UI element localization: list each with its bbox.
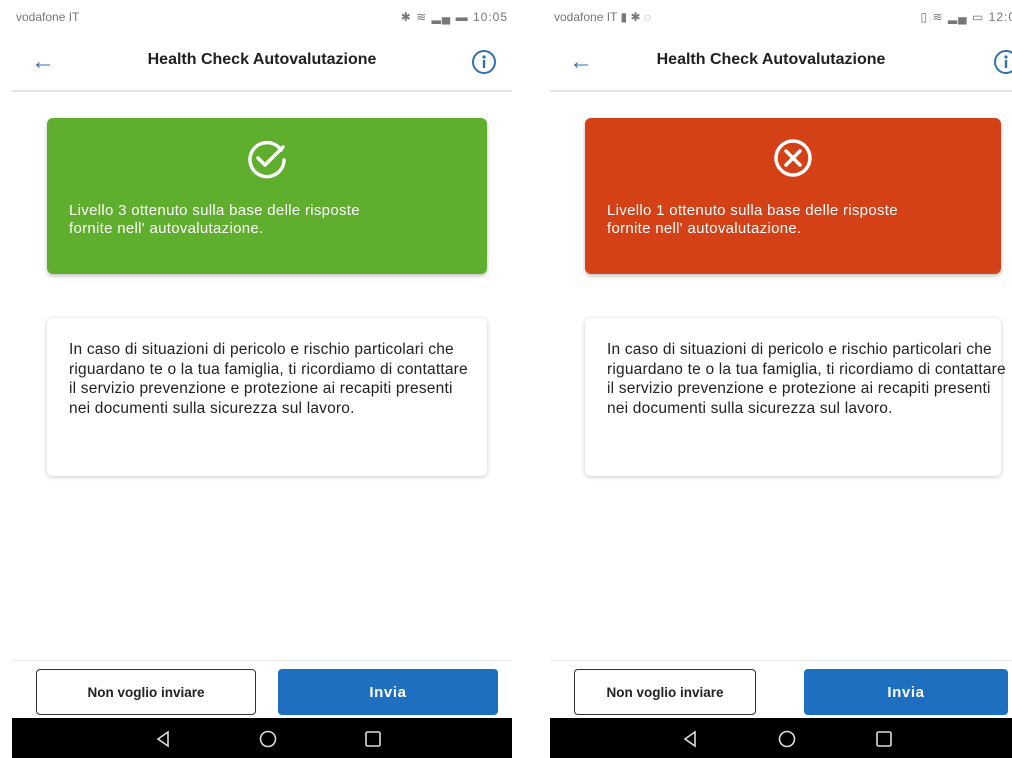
x-circle-icon [774, 139, 812, 177]
safety-notice-text: In caso di situazioni di pericolo e risc… [69, 341, 468, 417]
app-header: ← Health Check Autovalutazione [12, 34, 512, 92]
notification-icons: ▮ ✱ ◌ [620, 10, 651, 24]
do-not-send-button[interactable]: Non voglio inviare [574, 669, 756, 715]
info-icon[interactable] [470, 48, 498, 76]
safety-notice-card: In caso di situazioni di pericolo e risc… [47, 318, 487, 476]
status-time: 10:05 [472, 10, 508, 24]
android-nav-bar [550, 718, 1012, 758]
app-header: ← Health Check Autovalutazione [550, 34, 1012, 92]
do-not-send-button[interactable]: Non voglio inviare [36, 669, 256, 715]
action-bar: Non voglio inviare Invia [12, 660, 512, 719]
nav-home-icon[interactable] [776, 728, 798, 750]
system-icons: ▯ ≋ ▂▄ ▭ 12:0 [921, 10, 1012, 24]
result-card-success: Livello 3 ottenuto sulla base delle risp… [47, 118, 487, 274]
android-nav-bar [12, 718, 512, 758]
carrier-name: vodafone IT ▮ ✱ ◌ [554, 10, 651, 24]
info-icon[interactable] [992, 48, 1012, 76]
system-icons: ✱ ≋ ▂▄ ▬ 10:05 [401, 10, 508, 24]
phone-screen-level-3: vodafone IT ✱ ≋ ▂▄ ▬ 10:05 ← Health Chec… [12, 0, 512, 758]
carrier-name: vodafone IT [16, 10, 80, 24]
safety-notice-text: In caso di situazioni di pericolo e risc… [607, 341, 1006, 417]
send-button[interactable]: Invia [804, 669, 1008, 715]
send-button[interactable]: Invia [278, 669, 498, 715]
status-time: 12:0 [988, 10, 1012, 24]
page-title: Health Check Autovalutazione [656, 51, 886, 68]
check-circle-icon [248, 140, 286, 179]
battery-icon: ▬ [455, 10, 469, 24]
status-bar: vodafone IT ▮ ✱ ◌ ▯ ≋ ▂▄ ▭ 12:0 [550, 0, 1012, 34]
result-card-failure: Livello 1 ottenuto sulla base delle risp… [585, 118, 1001, 274]
vibrate-icon: ▯ [920, 10, 929, 24]
result-message: Livello 3 ottenuto sulla base delle risp… [69, 202, 360, 237]
bluetooth-icon: ✱ [400, 10, 412, 24]
page-title: Health Check Autovalutazione [147, 51, 377, 68]
nav-recent-apps-icon[interactable] [362, 728, 384, 750]
safety-notice-card: In caso di situazioni di pericolo e risc… [585, 318, 1006, 476]
wifi-icon: ≋ [932, 10, 944, 24]
nav-back-icon[interactable] [152, 728, 174, 750]
wifi-icon: ≋ [416, 10, 428, 24]
nav-home-icon[interactable] [257, 728, 279, 750]
nav-back-icon[interactable] [679, 728, 701, 750]
battery-icon: ▭ [971, 10, 985, 24]
signal-icon: ▂▄ [431, 10, 452, 24]
status-bar: vodafone IT ✱ ≋ ▂▄ ▬ 10:05 [12, 0, 512, 34]
signal-icon: ▂▄ [947, 10, 968, 24]
result-message: Livello 1 ottenuto sulla base delle risp… [607, 202, 898, 237]
phone-screen-level-1: vodafone IT ▮ ✱ ◌ ▯ ≋ ▂▄ ▭ 12:0 ← Health… [550, 0, 1012, 758]
action-bar: Non voglio inviare Invia [550, 660, 1012, 719]
nav-recent-apps-icon[interactable] [873, 728, 895, 750]
